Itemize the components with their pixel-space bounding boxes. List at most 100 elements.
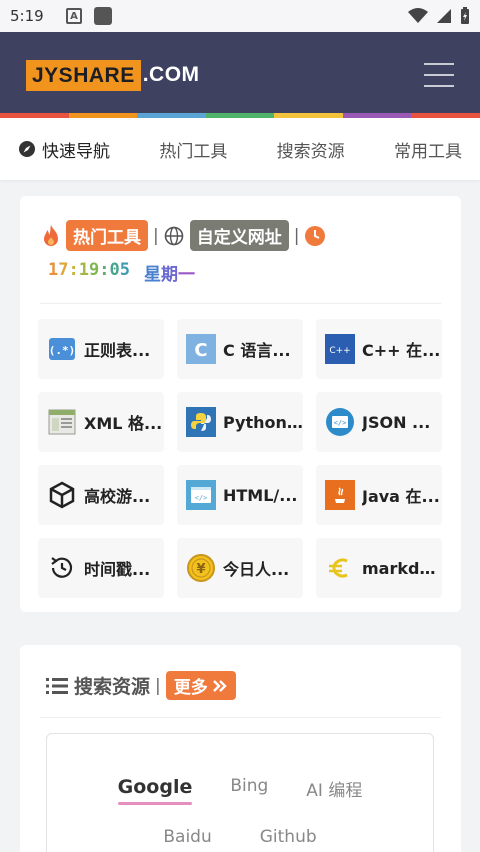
list-icon [46, 677, 68, 694]
logo-box-text: JYSHARE [26, 59, 141, 91]
unity-icon [47, 480, 77, 510]
double-chevron-right-icon [212, 679, 227, 692]
search-resources-title: 搜索资源 [74, 676, 151, 698]
logo-domain-text: .COM [142, 63, 200, 86]
yen-coin-icon: ¥ [186, 553, 216, 583]
tab-label: 常用工具 [393, 141, 462, 162]
more-label: 更多 [173, 678, 208, 698]
tab-label: 热门工具 [159, 141, 228, 162]
tool-item-unity[interactable]: 高校游... [38, 465, 164, 525]
hot-tools-tag-row: 热门工具 | 自定义网址 | [40, 220, 326, 251]
battery-icon [461, 7, 469, 24]
tool-item-java[interactable]: Java 在... [316, 465, 442, 525]
tab-label: 快速导航 [42, 141, 110, 162]
tool-label: 正则表... [84, 341, 151, 360]
tab-common-tools[interactable]: 常用工具 [394, 137, 462, 162]
rainbow-segment [205, 113, 275, 118]
tool-label: markdo... [362, 558, 442, 578]
current-time: 17:19:05 [48, 260, 130, 280]
tool-label: Java 在... [362, 487, 440, 506]
status-time: 5:19 [10, 7, 44, 25]
tool-label: 今日人... [223, 560, 290, 579]
nav-tabs: 快速导航 热门工具 搜索资源 常用工具 [0, 118, 480, 180]
clock-display: 17:19:05 星期一 [48, 260, 195, 285]
tab-quick-nav[interactable]: 快速导航 [18, 137, 110, 162]
rainbow-segment [274, 113, 343, 118]
tool-label: Python... [223, 412, 303, 432]
engine-tab-google[interactable]: Google [117, 776, 192, 805]
tool-label: JSON ... [362, 412, 431, 432]
svg-text:¥: ¥ [196, 562, 205, 577]
divider [40, 717, 441, 718]
rainbow-segment [137, 113, 206, 118]
tool-item-json[interactable]: </> JSON ... [316, 392, 442, 452]
history-icon [47, 553, 77, 583]
svg-text:</>: </> [334, 419, 347, 427]
notification-a-icon: A [66, 8, 82, 24]
search-resources-card: 搜索资源 | 更多 Google Bing AI 编程 Baidu Github [20, 645, 461, 852]
tab-search-resources[interactable]: 搜索资源 [277, 137, 345, 162]
engine-tab-ai-coding[interactable]: AI 编程 [306, 776, 362, 801]
tag-separator: | [153, 225, 159, 246]
xml-icon [47, 407, 77, 437]
hot-tools-card: 热门工具 | 自定义网址 | 17:19:05 星期一 (.*) 正则表... … [20, 196, 461, 612]
tool-item-rmb[interactable]: ¥ 今日人... [177, 538, 303, 598]
divider [40, 303, 441, 304]
engine-tab-bing[interactable]: Bing [230, 776, 268, 801]
tool-item-c-lang[interactable]: C C 语言... [177, 319, 303, 379]
tool-item-markdown[interactable]: markdo... [316, 538, 442, 598]
signal-icon [437, 9, 451, 23]
tool-label: 时间戳... [84, 560, 151, 579]
rainbow-segment [411, 113, 480, 118]
site-header: JYSHARE .COM [0, 32, 480, 118]
weekday-label: 星期一 [144, 265, 195, 285]
site-logo[interactable]: JYSHARE .COM [26, 59, 200, 91]
tool-item-regex[interactable]: (.*) 正则表... [38, 319, 164, 379]
svg-text:C: C [194, 340, 207, 361]
engine-row: Baidu Github [47, 827, 433, 847]
tool-label: HTML/... [223, 485, 298, 505]
rainbow-segment [342, 113, 412, 118]
hot-tools-tag[interactable]: 热门工具 [66, 220, 148, 251]
tool-item-html[interactable]: </> HTML/... [177, 465, 303, 525]
tab-label: 搜索资源 [276, 141, 345, 162]
tool-item-cpp[interactable]: C++ C++ 在... [316, 319, 442, 379]
compass-icon [19, 141, 35, 157]
tag-separator: | [293, 225, 300, 246]
tool-grid: (.*) 正则表... C C 语言... C++ C++ 在... XML 格… [38, 319, 442, 598]
clock-icon[interactable] [304, 225, 326, 247]
tool-label: C++ 在... [362, 341, 441, 360]
c-lang-icon: C [186, 334, 216, 364]
rainbow-segment [68, 113, 138, 118]
euro-icon [325, 553, 355, 583]
svg-text:C++: C++ [329, 346, 350, 356]
menu-hamburger-icon[interactable] [424, 63, 454, 87]
regex-icon: (.*) [47, 334, 77, 364]
svg-text:(.*): (.*) [49, 344, 76, 357]
engine-row: Google Bing AI 编程 [47, 776, 433, 805]
notification-square-icon [94, 7, 112, 25]
svg-text:</>: </> [195, 494, 208, 502]
java-icon [325, 480, 355, 510]
rainbow-stripe [0, 113, 480, 118]
search-resources-header: 搜索资源 | 更多 [46, 671, 236, 700]
wifi-icon [408, 8, 428, 23]
python-icon [186, 407, 216, 437]
header-separator: | [155, 675, 161, 696]
more-button[interactable]: 更多 [165, 671, 236, 700]
tool-label: C 语言... [223, 341, 291, 360]
tool-item-python[interactable]: Python... [177, 392, 303, 452]
search-engine-box: Google Bing AI 编程 Baidu Github [46, 733, 434, 852]
engine-tab-github[interactable]: Github [260, 827, 317, 847]
tool-item-timestamp[interactable]: 时间戳... [38, 538, 164, 598]
tool-label: 高校游... [84, 487, 151, 506]
tool-label: XML 格... [84, 414, 163, 433]
globe-icon [164, 226, 184, 245]
custom-url-tag[interactable]: 自定义网址 [189, 220, 289, 251]
engine-tab-baidu[interactable]: Baidu [163, 827, 211, 847]
json-icon: </> [325, 407, 355, 437]
tool-item-xml[interactable]: XML 格... [38, 392, 164, 452]
tab-hot-tools[interactable]: 热门工具 [159, 137, 227, 162]
fire-icon [44, 224, 58, 246]
status-bar: 5:19 A [0, 0, 480, 32]
